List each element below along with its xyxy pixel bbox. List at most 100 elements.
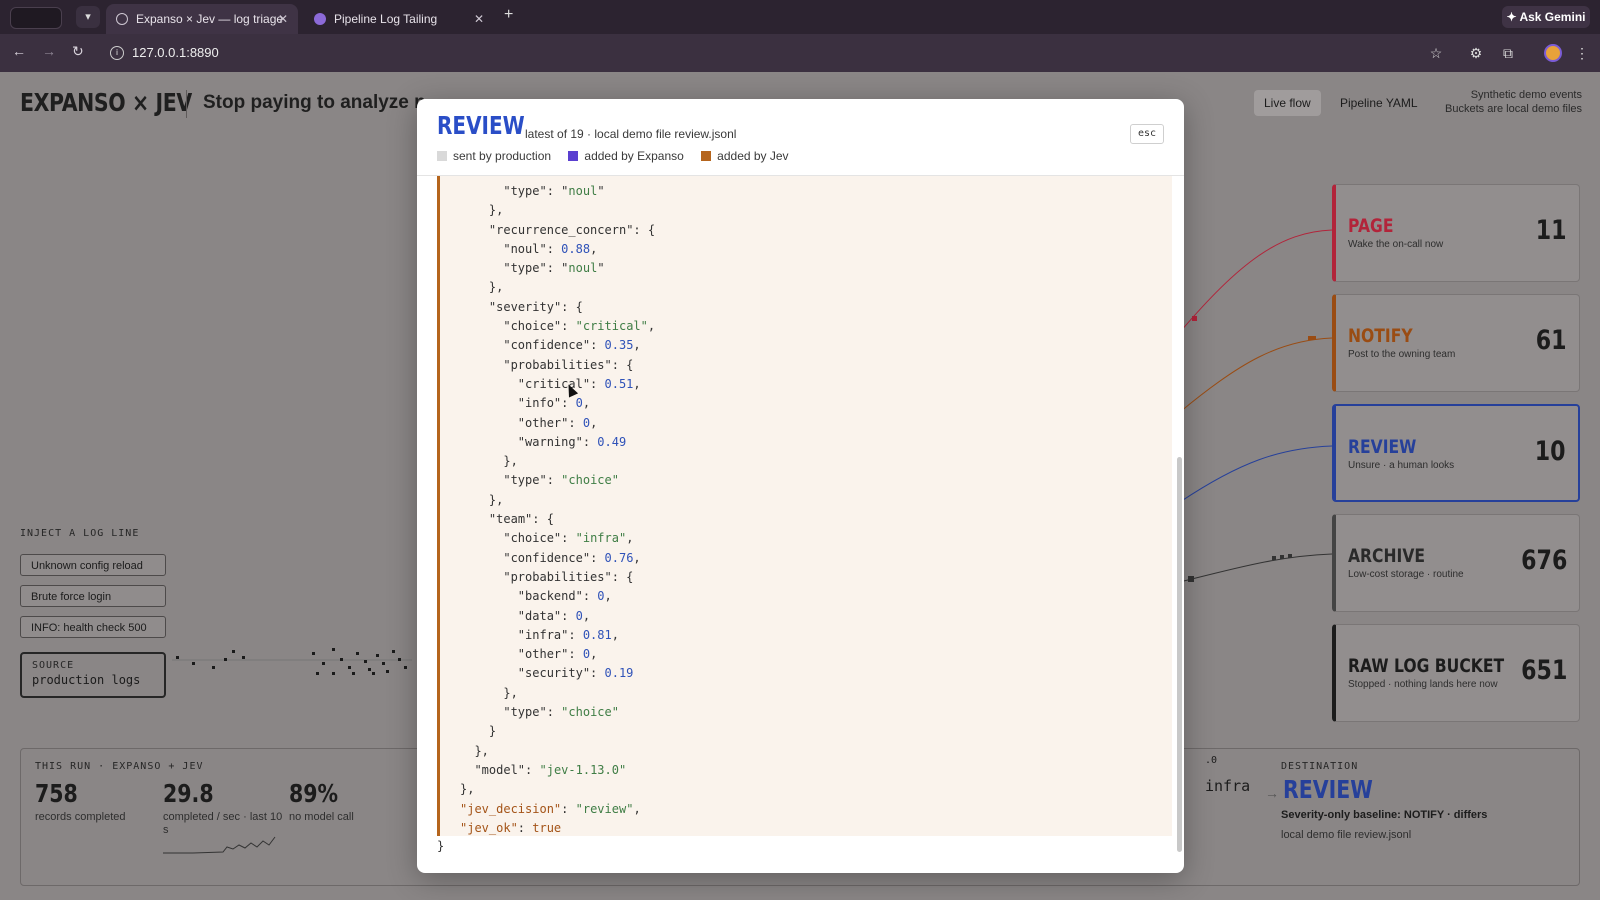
destination-key: DESTINATION [1281,761,1359,772]
inject-health-check-button[interactable]: INFO: health check 500 [20,616,166,638]
tab-label: Pipeline Log Tailing [334,12,438,26]
stat-no-model-label: no model call [289,811,354,823]
app-favicon-icon [314,13,326,25]
destination-name: PAGE [1348,215,1394,237]
demo-note-line: Buckets are local demo files [1445,103,1582,115]
puzzle-icon[interactable]: ⧉ [1500,45,1516,61]
json-key: team [496,512,526,527]
destination-card-archive[interactable]: ARCHIVE Low-cost storage · routine 676 [1332,514,1580,612]
modal-legend: sent by production added by Expanso adde… [437,149,803,163]
json-closing-brace: } [437,839,445,853]
browser-tab-pipeline-log-tailing[interactable]: Pipeline Log Tailing ✕ [304,4,494,34]
close-modal-button[interactable]: esc [1130,124,1164,144]
profile-avatar[interactable] [1544,44,1562,62]
site-info-icon[interactable]: i [110,46,124,60]
globe-icon [116,13,128,25]
tab-label: Expanso × Jev — log triage [136,12,284,26]
destination-card-raw-log-bucket[interactable]: RAW LOG BUCKET Stopped · nothing lands h… [1332,624,1580,722]
menu-dots-icon[interactable]: ⋮ [1574,45,1590,61]
json-value: choice [568,473,612,488]
browser-tab-bar: ▾ Expanso × Jev — log triage ✕ Pipeline … [0,0,1600,34]
destination-name: ARCHIVE [1348,545,1426,567]
stat-rate-value: 29.8 [163,779,214,808]
brand-logo: EXPANSO × JEV [20,88,192,117]
destination-subtitle: Low-cost storage · routine [1348,569,1464,580]
close-tab-icon[interactable]: ✕ [474,4,484,34]
destination-name: NOTIFY [1348,325,1413,347]
event-stream-dots [172,648,412,675]
json-value: 0.88 [561,241,591,256]
json-value: 0.51 [604,376,634,391]
destination-count: 11 [1536,215,1567,246]
stat-records-label: records completed [35,811,126,823]
source-value: production logs [32,673,141,687]
browser-tab-log-triage[interactable]: Expanso × Jev — log triage ✕ [106,4,298,34]
ask-gemini-button[interactable]: ✦ Ask Gemini [1502,6,1590,28]
browser-toolbar: ← → ↻ i 127.0.0.1:8890 ☆ ⚙ ⧉ ⋮ [0,34,1600,72]
json-viewer[interactable]: "type": "noul" }, "recurrence_concern": … [437,176,1172,836]
json-value: review [582,801,627,816]
legend-swatch [437,151,447,161]
json-value: choice [568,705,612,720]
ask-gemini-label: Ask Gemini [1519,10,1586,24]
legend-swatch [701,151,712,161]
address-bar[interactable]: i 127.0.0.1:8890 [106,40,1446,66]
destination-subtitle: Wake the on-call now [1348,239,1444,250]
json-value: 0.19 [604,666,634,681]
source-key: SOURCE [32,660,75,671]
stats-title: THIS RUN · EXPANSO + JEV [35,761,204,772]
url-text: 127.0.0.1:8890 [132,45,219,60]
reload-icon[interactable]: ↻ [72,43,84,60]
json-value: 0 [575,608,583,623]
json-value: critical [582,319,641,334]
back-icon[interactable]: ← [12,43,26,59]
modal-title: REVIEW [437,111,525,140]
destination-count: 676 [1520,545,1567,576]
json-value: 0 [582,415,591,430]
destination-card-notify[interactable]: NOTIFY Post to the owning team 61 [1332,294,1580,392]
destination-name: RAW LOG BUCKET [1348,655,1505,677]
bookmark-star-icon[interactable]: ☆ [1428,45,1444,61]
demo-note: Synthetic demo events Buckets are local … [1445,88,1582,116]
header-divider [186,90,187,118]
new-tab-icon[interactable]: + [504,6,513,24]
json-value: 0.81 [582,627,612,642]
page-headline: Stop paying to analyze n [203,92,426,113]
json-value: 0 [575,396,583,411]
destination-value: REVIEW [1283,775,1373,804]
tab-live-flow[interactable]: Live flow [1254,90,1321,116]
tab-pipeline-yaml[interactable]: Pipeline YAML [1330,90,1428,116]
json-value: 0.49 [597,434,627,449]
extension-icon[interactable]: ⚙ [1468,45,1484,61]
team-fragment: .0 infra [1205,755,1251,795]
json-value: 0.76 [604,550,634,565]
fragment-team: infra [1205,777,1251,795]
json-value: true [532,820,562,835]
json-value: infra [582,531,619,546]
destination-subtitle: Stopped · nothing lands here now [1348,679,1498,690]
forward-icon[interactable]: → [42,43,56,59]
inject-brute-force-button[interactable]: Brute force login [20,585,166,607]
fragment-number: .0 [1205,755,1218,766]
json-value: 0 [597,589,605,604]
destination-subtitle: Unsure · a human looks [1348,460,1455,471]
review-modal: REVIEW latest of 19 · local demo file re… [417,99,1184,873]
destination-count: 651 [1520,655,1567,686]
legend-item-production: sent by production [437,149,551,163]
modal-scrollbar[interactable] [1177,457,1182,852]
json-value: 0 [582,647,591,662]
destination-card-review[interactable]: REVIEW Unsure · a human looks 10 [1332,404,1580,502]
tab-search-chevron-icon[interactable]: ▾ [76,6,100,28]
json-code: "type": "noul" }, "recurrence_concern": … [460,184,656,835]
destination-card-page[interactable]: PAGE Wake the on-call now 11 [1332,184,1580,282]
json-key: recurrence_concern [496,222,627,237]
source-node: SOURCE production logs [20,652,166,698]
legend-label: added by Jev [717,149,789,163]
stat-no-model-value: 89% [289,779,339,808]
tab-overview-icon[interactable] [10,7,62,29]
json-value: jev-1.13.0 [546,762,619,777]
legend-item-expanso: added by Expanso [568,149,684,163]
json-value: noul [568,184,598,198]
close-tab-icon[interactable]: ✕ [278,4,288,34]
inject-unknown-config-button[interactable]: Unknown config reload [20,554,166,576]
